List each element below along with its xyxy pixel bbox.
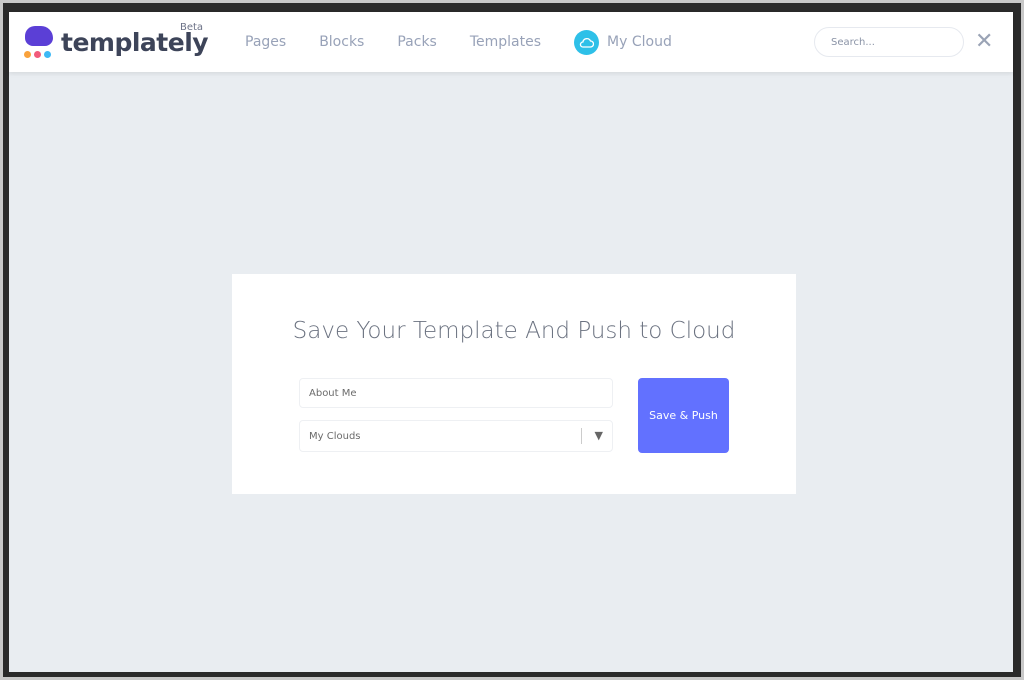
- nav-my-cloud-label: My Cloud: [607, 34, 672, 50]
- templately-modal: templately Beta Pages Blocks Packs Templ…: [9, 12, 1013, 672]
- dialog-title: Save Your Template And Push to Cloud: [292, 318, 736, 344]
- background-page: templately Beta Pages Blocks Packs Templ…: [3, 3, 1021, 677]
- templately-logo-icon: [23, 24, 55, 60]
- search-input[interactable]: [814, 27, 964, 57]
- main-nav: Pages Blocks Packs Templates My Cloud: [245, 12, 705, 72]
- select-divider: [581, 428, 582, 444]
- save-and-push-button[interactable]: Save & Push: [638, 378, 729, 453]
- beta-badge: Beta: [180, 22, 204, 33]
- nav-my-cloud[interactable]: My Cloud: [574, 29, 672, 55]
- nav-packs[interactable]: Packs: [397, 34, 437, 50]
- cloud-icon: [574, 29, 600, 55]
- nav-pages[interactable]: Pages: [245, 34, 286, 50]
- template-name-value: About Me: [309, 387, 357, 399]
- close-icon[interactable]: ✕: [975, 29, 993, 54]
- save-template-dialog: Save Your Template And Push to Cloud Abo…: [232, 274, 796, 494]
- logo: templately Beta: [23, 22, 209, 60]
- nav-templates[interactable]: Templates: [470, 34, 541, 50]
- cloud-select-value: My Clouds: [309, 430, 361, 442]
- nav-blocks[interactable]: Blocks: [319, 34, 364, 50]
- template-name-input[interactable]: About Me: [299, 378, 613, 408]
- header: templately Beta Pages Blocks Packs Templ…: [9, 12, 1013, 72]
- cloud-select[interactable]: My Clouds ▼: [299, 420, 613, 452]
- chevron-down-icon[interactable]: ▼: [595, 429, 603, 442]
